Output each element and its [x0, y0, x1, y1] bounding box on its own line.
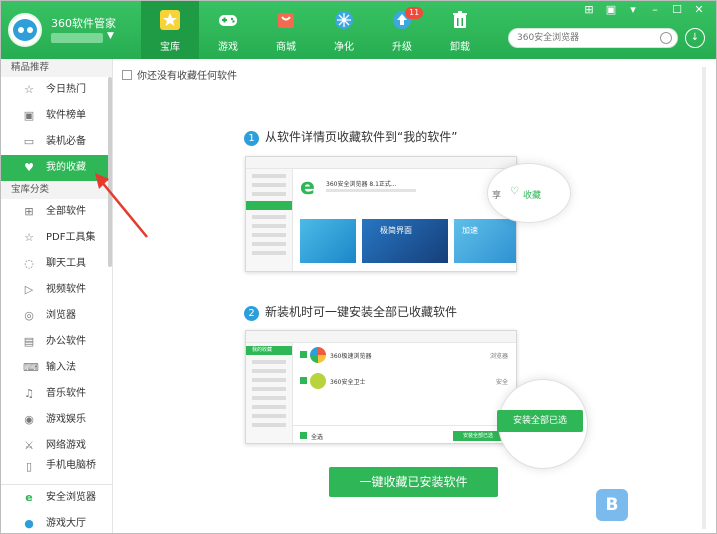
- user-avatar[interactable]: [8, 13, 42, 47]
- username-blurred[interactable]: [51, 33, 103, 43]
- skin-icon[interactable]: ⊞: [582, 3, 596, 16]
- sidebar-item-ranking[interactable]: ▣ 软件榜单: [1, 103, 112, 129]
- screenshot-thumb-2: 极简界面: [362, 219, 448, 263]
- sidebar-item-chat[interactable]: ◌ 聊天工具: [1, 251, 112, 277]
- trash-icon: [453, 11, 467, 28]
- sidebar-bottom-links: e 安全浏览器 ● 游戏大厅: [1, 484, 112, 533]
- empty-favorites-tip: 你还没有收藏任何软件: [122, 67, 237, 82]
- mall-bag-icon: [278, 13, 294, 28]
- network-game-icon: ⚔: [24, 439, 34, 452]
- watermark: B: [596, 489, 696, 525]
- sidebar: 精品推荐 ☆ 今日热门 ▣ 软件榜单 ▭ 装机必备 ♥ 我的收藏 宝库分类 ⊞ 全部软件 …: [1, 59, 113, 533]
- star-outline-icon: ☆: [24, 231, 34, 244]
- app-window: 360软件管家 ▼ 宝库 游戏 商城 净化 11 升级 卸载 ⊞ ▣ ▾ – ☐…: [0, 0, 717, 534]
- heart-icon: ♥: [24, 161, 34, 174]
- sidebar-item-phone-pc[interactable]: ▯ 手机电脑桥: [1, 459, 112, 473]
- collect-installed-button[interactable]: 一键收藏已安装软件: [329, 467, 498, 497]
- sidebar-item-safe-browser[interactable]: e 安全浏览器: [1, 485, 112, 511]
- title-bar: 360软件管家 ▼ 宝库 游戏 商城 净化 11 升级 卸载 ⊞ ▣ ▾ – ☐…: [1, 1, 716, 59]
- sidebar-section-featured: 精品推荐: [1, 59, 112, 77]
- star-icon: [160, 10, 180, 30]
- speed-browser-icon: [310, 347, 326, 363]
- nav-tab-uninstall[interactable]: 卸载: [431, 1, 489, 59]
- video-icon: ▷: [24, 283, 34, 296]
- ranking-icon: ▣: [23, 109, 35, 122]
- step-2-illustration: 我的收藏 360极速浏览器 浏览器 360安全卫士 安全 全选 安装全部已选: [245, 330, 517, 444]
- select-all-checkbox-icon: [300, 432, 307, 439]
- nav-tab-treasury[interactable]: 宝库: [141, 1, 199, 59]
- keyboard-icon: ⌨: [23, 361, 39, 374]
- top-nav: 宝库 游戏 商城 净化 11 升级 卸载: [141, 1, 489, 59]
- red-arrow-annotation-icon: [95, 173, 148, 238]
- sidebar-item-music[interactable]: ♫ 音乐软件: [1, 381, 112, 407]
- gamepad-icon: [219, 15, 237, 26]
- game-hall-icon: ●: [24, 517, 34, 530]
- ie-browser-icon: e: [25, 491, 33, 504]
- step-1-text: 1 从软件详情页收藏软件到“我的软件”: [244, 128, 457, 146]
- music-icon: ♫: [24, 387, 34, 400]
- office-icon: ▤: [23, 335, 35, 348]
- main-scrollbar[interactable]: [702, 67, 706, 529]
- sidebar-item-office[interactable]: ▤ 办公软件: [1, 329, 112, 355]
- search-box: [508, 28, 678, 48]
- install-zoom-callout: 安装全部已选: [497, 379, 588, 469]
- sidebar-item-online-games[interactable]: ⚔ 网络游戏: [1, 433, 112, 459]
- app-title: 360软件管家: [51, 17, 116, 30]
- main-content: 你还没有收藏任何软件 1 从软件详情页收藏软件到“我的软件” e 360安全浏览器…: [114, 59, 716, 533]
- minimize-icon[interactable]: –: [648, 3, 662, 16]
- phone-icon: ▯: [25, 460, 33, 473]
- chat-icon: ◌: [24, 257, 34, 270]
- sidebar-item-input-method[interactable]: ⌨ 输入法: [1, 355, 112, 381]
- purify-icon: [335, 11, 353, 29]
- avatar-face-icon: [13, 19, 37, 41]
- window-controls: ⊞ ▣ ▾ – ☐ ✕: [582, 3, 706, 16]
- nav-tab-mall[interactable]: 商城: [257, 1, 315, 59]
- watermark-logo-icon: B: [596, 489, 628, 521]
- grid-icon: ⊞: [24, 205, 34, 218]
- step-1-illustration: e 360安全浏览器 8.1正式... 极简界面 加速: [245, 156, 517, 272]
- sidebar-item-game-hall[interactable]: ● 游戏大厅: [1, 511, 112, 533]
- heart-outline-icon: ♡: [510, 186, 519, 197]
- sidebar-item-games[interactable]: ◉ 游戏娱乐: [1, 407, 112, 433]
- step-2-text: 2 新装机时可一键安装全部已收藏软件: [244, 303, 457, 321]
- game-icon: ◉: [24, 413, 34, 426]
- row-checkbox-icon: [300, 351, 307, 358]
- nav-tab-purify[interactable]: 净化: [315, 1, 373, 59]
- user-menu-caret-icon[interactable]: ▼: [107, 31, 114, 41]
- star-outline-icon: ☆: [24, 83, 34, 96]
- menu-icon[interactable]: ▾: [626, 3, 640, 16]
- sidebar-item-essentials[interactable]: ▭ 装机必备: [1, 129, 112, 155]
- sidebar-item-today-hot[interactable]: ☆ 今日热门: [1, 77, 112, 103]
- favorite-zoom-callout: 享 ♡ 收藏: [487, 163, 571, 223]
- nav-tab-upgrade[interactable]: 11 升级: [373, 1, 431, 59]
- search-input[interactable]: [517, 31, 657, 45]
- feedback-icon[interactable]: ▣: [604, 3, 618, 16]
- security-guard-icon: [310, 373, 326, 389]
- nav-tab-games[interactable]: 游戏: [199, 1, 257, 59]
- sidebar-item-video[interactable]: ▷ 视频软件: [1, 277, 112, 303]
- download-manager-icon[interactable]: ↓: [685, 28, 705, 48]
- row-checkbox-icon: [300, 377, 307, 384]
- tip-checkbox-icon: [122, 70, 132, 80]
- ie-browser-icon: e: [300, 175, 315, 200]
- monitor-icon: ▭: [23, 135, 35, 148]
- screenshot-thumb-1: [300, 219, 356, 263]
- close-icon[interactable]: ✕: [692, 3, 706, 16]
- screenshot-thumb-3: 加速: [454, 219, 516, 263]
- maximize-icon[interactable]: ☐: [670, 3, 684, 16]
- search-icon[interactable]: [660, 32, 672, 44]
- upgrade-count-badge: 11: [405, 7, 424, 19]
- sidebar-item-browser[interactable]: ◎ 浏览器: [1, 303, 112, 329]
- browser-icon: ◎: [24, 309, 34, 322]
